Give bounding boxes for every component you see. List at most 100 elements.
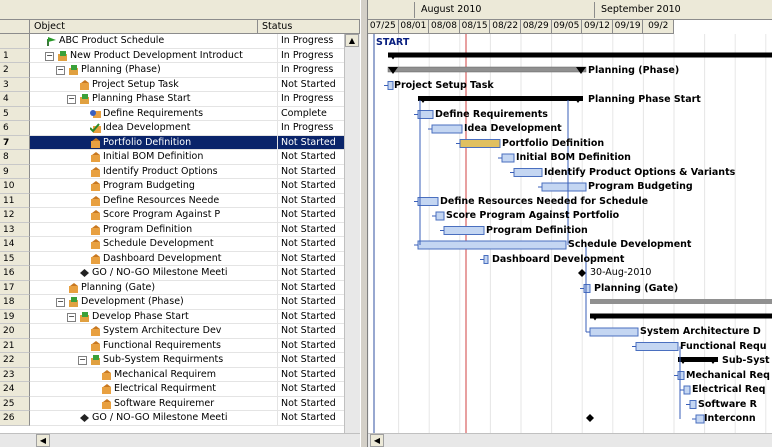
gantt-scroll-left-icon[interactable]: ◀ <box>370 434 384 447</box>
row-number[interactable]: 10 <box>0 179 30 194</box>
row-number[interactable]: 13 <box>0 222 30 237</box>
scroll-left-icon[interactable]: ◀ <box>36 434 50 447</box>
row-number[interactable]: 12 <box>0 208 30 223</box>
table-row[interactable]: Mechanical Requirem Not Started <box>30 367 344 382</box>
object-column-header[interactable]: Object <box>30 20 258 34</box>
task-name: GO / NO-GO Milestone Meeti <box>92 267 228 278</box>
gantt-horizontal-scrollbar[interactable]: ◀ <box>368 433 772 447</box>
table-row[interactable]: Program Budgeting Not Started <box>30 179 344 194</box>
summary-bar <box>418 96 583 101</box>
gantt-bar-label: Software R <box>698 398 757 410</box>
table-row[interactable]: Define Requirements Complete <box>30 106 344 121</box>
table-row[interactable]: Project Setup Task Not Started <box>30 77 344 92</box>
row-number[interactable]: 20 <box>0 324 30 339</box>
row-number[interactable]: 18 <box>0 295 30 310</box>
collapse-toggle-icon[interactable]: − <box>78 356 87 365</box>
table-row[interactable]: Dashboard Development Not Started <box>30 251 344 266</box>
table-row[interactable]: ABC Product Schedule In Progress <box>30 34 344 49</box>
gantt-bar-label: Initial BOM Definition <box>516 152 631 163</box>
table-row[interactable]: Identify Product Options Not Started <box>30 164 344 179</box>
table-row[interactable]: − Planning Phase Start In Progress <box>30 92 344 107</box>
row-number[interactable]: 3 <box>0 77 30 92</box>
row-number[interactable]: 21 <box>0 338 30 353</box>
task-status: In Progress <box>277 48 344 63</box>
grid-vertical-scrollbar[interactable]: ▲ <box>344 34 360 433</box>
row-number[interactable]: 5 <box>0 106 30 121</box>
table-row[interactable]: Define Resources Neede Not Started <box>30 193 344 208</box>
gantt-bar-label: Score Program Against Portfolio <box>446 210 620 221</box>
row-number[interactable]: 7 <box>0 135 30 150</box>
table-row[interactable]: − Sub-System Requirments Not Started <box>30 353 344 368</box>
table-row[interactable]: GO / NO-GO Milestone Meeti Not Started <box>30 266 344 281</box>
row-number[interactable]: 24 <box>0 382 30 397</box>
row-number[interactable]: 11 <box>0 193 30 208</box>
row-number[interactable]: 23 <box>0 367 30 382</box>
table-row[interactable]: Electrical Requirment Not Started <box>30 382 344 397</box>
pane-splitter[interactable] <box>360 0 368 447</box>
task-status: Not Started <box>277 367 344 382</box>
table-row[interactable]: − Development (Phase) Not Started <box>30 295 344 310</box>
row-number[interactable]: 16 <box>0 266 30 281</box>
row-number[interactable]: 22 <box>0 353 30 368</box>
table-row[interactable]: Score Program Against P Not Started <box>30 208 344 223</box>
row-number[interactable]: 15 <box>0 251 30 266</box>
gantt-bar-label: Planning Phase Start <box>588 94 701 105</box>
status-column-header[interactable]: Status <box>258 20 360 34</box>
collapse-toggle-icon[interactable]: − <box>67 95 76 104</box>
gantt-bar-label: System Architecture D <box>640 326 761 337</box>
table-row[interactable]: Initial BOM Definition Not Started <box>30 150 344 165</box>
task-bar <box>583 284 591 293</box>
table-row[interactable]: Functional Requirements Not Started <box>30 338 344 353</box>
table-row[interactable]: Schedule Development Not Started <box>30 237 344 252</box>
gantt-bar-label: Define Resources Needed for Schedule <box>440 195 649 207</box>
task-name: Program Budgeting <box>103 180 195 191</box>
grid-horizontal-scrollbar[interactable]: ◀ <box>0 433 360 447</box>
table-row[interactable]: System Architecture Dev Not Started <box>30 324 344 339</box>
week-label: 09/12 <box>582 20 613 34</box>
table-row[interactable]: − Planning (Phase) In Progress <box>30 63 344 78</box>
task-name: Development (Phase) <box>81 296 184 307</box>
row-number[interactable]: 1 <box>0 48 30 63</box>
table-row[interactable]: Software Requiremer Not Started <box>30 396 344 411</box>
table-row[interactable]: Program Definition Not Started <box>30 222 344 237</box>
task-bar <box>435 211 445 221</box>
row-number[interactable]: 26 <box>0 411 30 426</box>
row-number[interactable]: 19 <box>0 309 30 324</box>
row-number[interactable]: 4 <box>0 92 30 107</box>
row-number[interactable]: 8 <box>0 150 30 165</box>
table-row[interactable]: Portfolio Definition Not Started <box>30 135 344 150</box>
task-status: In Progress <box>277 92 344 106</box>
task-status: Not Started <box>277 164 344 179</box>
collapse-toggle-icon[interactable]: − <box>56 66 65 75</box>
gantt-bar-label: Planning (Phase) <box>588 65 680 76</box>
collapse-toggle-icon[interactable]: − <box>56 298 65 307</box>
row-number[interactable]: 14 <box>0 237 30 252</box>
task-icon <box>90 239 101 249</box>
task-name: Electrical Requirment <box>114 383 216 394</box>
task-status: Not Started <box>277 353 344 367</box>
grid-top-bar <box>0 0 360 20</box>
table-row[interactable]: Idea Development In Progress <box>30 121 344 136</box>
phase-icon <box>79 311 90 322</box>
row-number[interactable]: 17 <box>0 280 30 295</box>
row-number[interactable]: 2 <box>0 63 30 78</box>
table-row[interactable]: GO / NO-GO Milestone Meeti Not Started <box>30 411 344 426</box>
row-number[interactable]: 6 <box>0 121 30 136</box>
collapse-toggle-icon[interactable]: − <box>45 51 54 61</box>
table-row[interactable]: Planning (Gate) Not Started <box>30 280 344 295</box>
collapse-toggle-icon[interactable]: − <box>67 312 76 322</box>
task-name: System Architecture Dev <box>103 325 222 336</box>
task-status: Not Started <box>277 179 344 193</box>
row-number[interactable]: 9 <box>0 164 30 179</box>
table-row[interactable]: − Develop Phase Start Not Started <box>30 309 344 324</box>
row-number[interactable] <box>0 34 30 49</box>
row-number[interactable]: 25 <box>0 396 30 411</box>
diamond-icon <box>79 268 90 278</box>
scroll-up-icon[interactable]: ▲ <box>345 34 359 47</box>
week-label: 08/22 <box>490 20 521 34</box>
table-row[interactable]: − New Product Development Introduct In Pro… <box>30 48 344 63</box>
week-label: 08/29 <box>521 20 552 34</box>
task-name: GO / NO-GO Milestone Meeti <box>92 412 228 423</box>
task-icon <box>90 137 101 148</box>
task-icon <box>101 398 112 409</box>
